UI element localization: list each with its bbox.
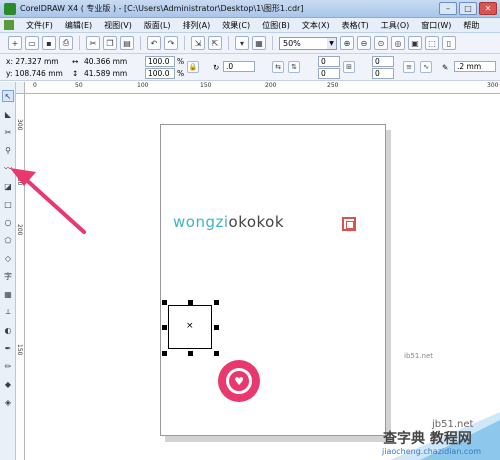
watermark-url: jiaocheng.chazidian.com bbox=[382, 447, 482, 456]
watermark-side-label: ib51.net bbox=[404, 352, 433, 360]
watermark-brand: 查字典 教程网 bbox=[383, 431, 472, 447]
annotation-arrow bbox=[10, 168, 86, 234]
